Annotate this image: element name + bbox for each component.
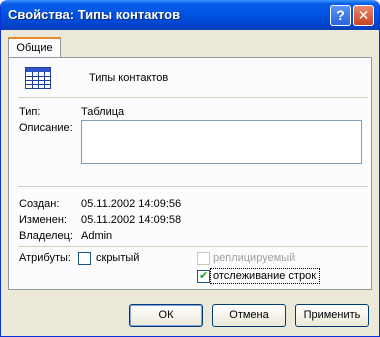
title-bar[interactable]: Свойства: Типы контактов ? ✕ <box>1 0 379 30</box>
cancel-button[interactable]: Отмена <box>212 304 286 327</box>
created-value: 05.11.2002 14:09:56 <box>81 198 182 210</box>
replicated-checkbox[interactable] <box>197 252 210 265</box>
description-field[interactable] <box>81 120 362 164</box>
checkmark-icon: ✔ <box>199 270 209 282</box>
description-label: Описание: <box>19 122 73 134</box>
row-tracking-checkbox-label: отслеживание строк <box>213 270 317 282</box>
properties-dialog: Свойства: Типы контактов ? ✕ Общие Типы … <box>0 0 380 337</box>
created-label: Создан: <box>19 198 60 210</box>
window-title: Свойства: Типы контактов <box>8 7 181 22</box>
tab-general[interactable]: Общие <box>8 37 61 58</box>
divider <box>18 97 368 98</box>
modified-label: Изменен: <box>19 214 67 226</box>
ok-button[interactable]: ОК <box>129 304 203 327</box>
row-tracking-checkbox[interactable]: ✔ <box>197 270 210 283</box>
attributes-label: Атрибуты: <box>19 252 71 264</box>
type-label: Тип: <box>19 106 41 118</box>
owner-label: Владелец: <box>19 230 73 242</box>
table-icon <box>25 67 51 89</box>
owner-value: Admin <box>81 230 113 242</box>
divider <box>18 186 368 187</box>
replicated-checkbox-label: реплицируемый <box>213 252 296 264</box>
hidden-checkbox-label: скрытый <box>96 252 140 264</box>
type-value: Таблица <box>81 106 125 118</box>
hidden-checkbox[interactable] <box>78 252 91 265</box>
object-name: Типы контактов <box>89 72 169 84</box>
divider <box>18 246 368 247</box>
help-button[interactable]: ? <box>330 5 351 26</box>
close-button[interactable]: ✕ <box>353 5 374 26</box>
apply-button[interactable]: Применить <box>295 304 369 327</box>
modified-value: 05.11.2002 14:09:58 <box>81 214 182 226</box>
